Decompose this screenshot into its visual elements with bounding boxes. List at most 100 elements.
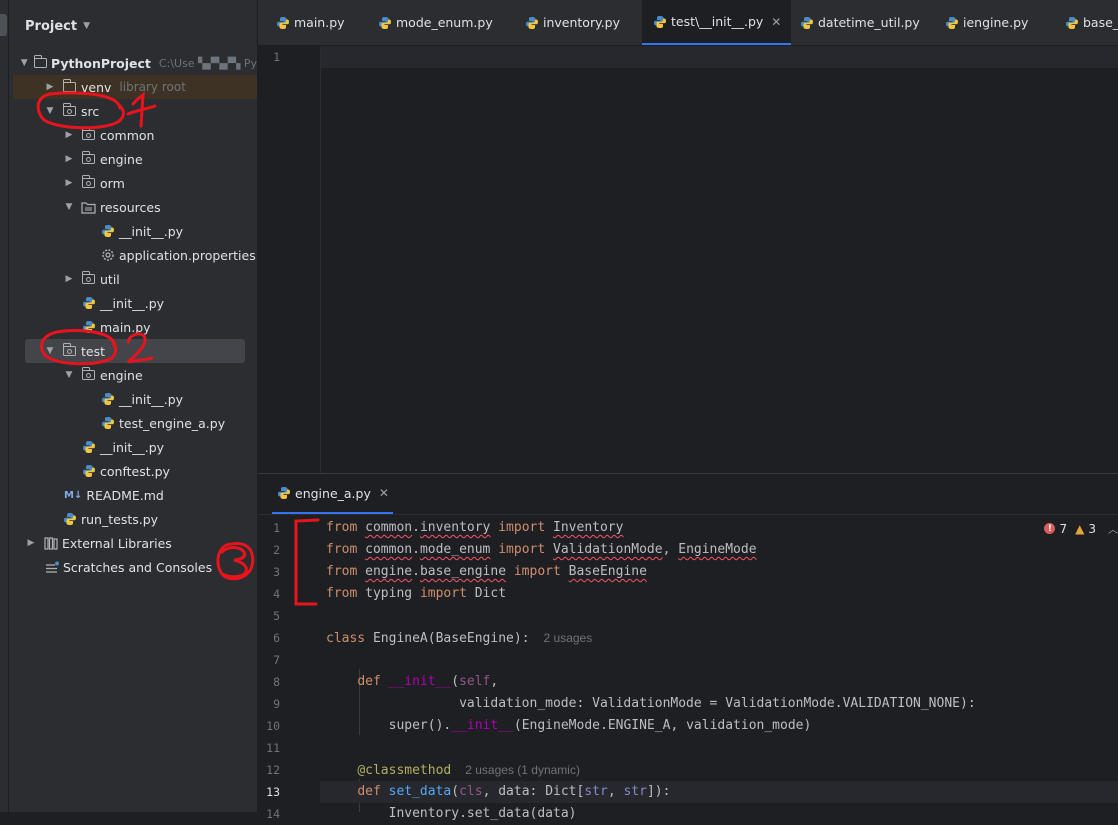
tree-item-venv[interactable]: ▶ venv library root [13,75,257,99]
usage-hint[interactable]: 2 usages (1 dynamic) [465,763,580,777]
tree-item-init-py[interactable]: __init__.py [13,435,257,459]
line-number: 7 [273,653,280,667]
tree-item-label: PythonProject [50,55,151,71]
warning-icon: ▲ [1075,521,1085,536]
tree-item-label: resources [100,199,161,215]
tab-test-init-py[interactable]: test\__init__.py ✕ [642,0,792,45]
inspection-widget[interactable]: ! 7 ▲ 3 ︿ [1044,521,1118,536]
line-number: 11 [266,741,280,755]
tree-item-orm[interactable]: ▶ orm [13,171,257,195]
folder-icon [81,175,96,190]
line-number: 4 [273,587,280,601]
bottom-editor[interactable]: ! 7 ▲ 3 ︿ 1 2 3 4 5 6 7 8 9 10 11 12 13 14 from commo… [258,515,1118,821]
tab-mode-enum-py[interactable]: mode_enum.py [377,0,493,45]
code-line: def set_data(cls, data: Dict[str, str]): [320,781,1118,803]
tab-main-py[interactable]: main.py [275,0,345,45]
tree-item-label: src [81,103,100,119]
tab-base-engine-py[interactable]: base_e [1064,0,1118,45]
tab-datetime-util-py[interactable]: datetime_util.py [799,0,920,45]
tab-label: engine_a.py [295,485,371,501]
project-panel: Project ▼ ▼ PythonProject C:\Use ▚▞▚▞▚ P… [9,0,258,812]
scratches-icon [44,560,59,574]
tree-item-scratches[interactable]: Scratches and Consoles [13,555,257,579]
tree-item-src[interactable]: ▼ src [13,99,257,123]
chevron-up-icon[interactable]: ︿ [1108,521,1118,536]
project-path: C:\Use ▚▞▚▞▚ Py [158,56,257,70]
chevron-right-icon[interactable]: ▶ [63,178,75,188]
usage-hint[interactable]: 2 usages [544,631,593,645]
tree-item-test-engine-a-py[interactable]: test_engine_a.py [13,411,257,435]
python-file-icon [377,16,392,30]
ide-window: Project ▼ ▼ PythonProject C:\Use ▚▞▚▞▚ P… [0,0,1118,821]
close-icon[interactable]: ✕ [771,15,781,29]
tree-item-init-py[interactable]: __init__.py [13,219,257,243]
code-line: class EngineA(BaseEngine): 2 usages [326,631,593,646]
tree-item-main-py[interactable]: main.py [13,315,257,339]
line-number: 5 [273,609,280,623]
project-panel-header[interactable]: Project ▼ [25,16,90,36]
tree-item-label: orm [100,175,125,191]
top-editor[interactable]: 1 [258,46,1118,474]
tree-item-label: __init__.py [100,295,165,311]
tool-window-strip [0,0,9,812]
chevron-down-icon[interactable]: ▼ [44,346,56,356]
tab-inventory-py[interactable]: inventory.py [524,0,620,45]
chevron-right-icon[interactable]: ▶ [63,154,75,164]
warning-count: 3 [1088,521,1096,536]
code-line: @classmethod 2 usages (1 dynamic) [357,763,580,778]
tab-iengine-py[interactable]: iengine.py [944,0,1028,45]
tree-item-test[interactable]: ▼ test [25,339,245,363]
tree-item-common[interactable]: ▶ common [13,123,257,147]
tree-item-test-engine[interactable]: ▼ engine [13,363,257,387]
folder-icon [81,367,96,382]
tab-label: mode_enum.py [396,15,493,30]
tree-item-init-py[interactable]: __init__.py [13,291,257,315]
tree-item-application-properties[interactable]: application.properties [13,243,257,267]
library-root-label: library root [119,80,186,94]
line-number: 14 [266,807,280,821]
python-file-icon [81,464,96,478]
tree-item-run-tests-py[interactable]: run_tests.py [13,507,257,531]
tree-item-engine[interactable]: ▶ engine [13,147,257,171]
current-line-highlight [320,46,1118,68]
close-icon[interactable]: ✕ [379,486,389,500]
tree-item-label: README.md [86,487,164,503]
python-file-icon [81,296,96,310]
folder-icon [33,55,47,70]
project-tool-button[interactable] [0,14,7,36]
python-file-icon [276,486,291,500]
tree-item-init-py[interactable]: __init__.py [13,387,257,411]
tree-item-resources[interactable]: ▼ resources [13,195,257,219]
chevron-right-icon[interactable]: ▶ [63,130,75,140]
tree-item-pythonproject[interactable]: ▼ PythonProject C:\Use ▚▞▚▞▚ Py [13,51,257,75]
editor-tab-bar: main.py mode_enum.py inventory.py test\_… [258,0,1118,46]
code-line: super().__init__(EngineMode.ENGINE_A, va… [388,718,812,733]
chevron-down-icon[interactable]: ▼ [83,21,90,31]
line-number-gutter: 1 2 3 4 5 6 7 8 9 10 11 12 13 14 [258,515,320,821]
tab-label: base_e [1083,15,1118,30]
folder-icon [81,271,96,286]
python-file-icon [100,224,115,238]
chevron-right-icon[interactable]: ▶ [25,538,37,548]
tab-label: iengine.py [963,15,1029,30]
tree-item-label: Scratches and Consoles [63,559,213,575]
tree-item-readme-md[interactable]: M↓ README.md [13,483,257,507]
chevron-down-icon[interactable]: ▼ [20,58,28,68]
tree-item-util[interactable]: ▶ util [13,267,257,291]
code-line: from engine.base_engine import BaseEngin… [326,564,647,579]
chevron-right-icon[interactable]: ▶ [63,274,75,284]
chevron-down-icon[interactable]: ▼ [44,106,56,116]
python-file-icon [100,416,115,430]
chevron-down-icon[interactable]: ▼ [63,202,75,212]
python-file-icon [799,16,814,30]
code-line: from common.inventory import Inventory [326,520,624,535]
chevron-right-icon[interactable]: ▶ [44,82,56,92]
tree-item-conftest-py[interactable]: conftest.py [13,459,257,483]
python-file-icon [1064,16,1079,30]
error-count: 7 [1059,521,1068,536]
tree-item-label: conftest.py [100,463,170,479]
folder-icon [62,79,77,94]
tree-item-external-libraries[interactable]: ▶ External Libraries [13,531,257,555]
chevron-down-icon[interactable]: ▼ [63,370,75,380]
tab-engine-a-py[interactable]: engine_a.py ✕ [272,474,393,514]
